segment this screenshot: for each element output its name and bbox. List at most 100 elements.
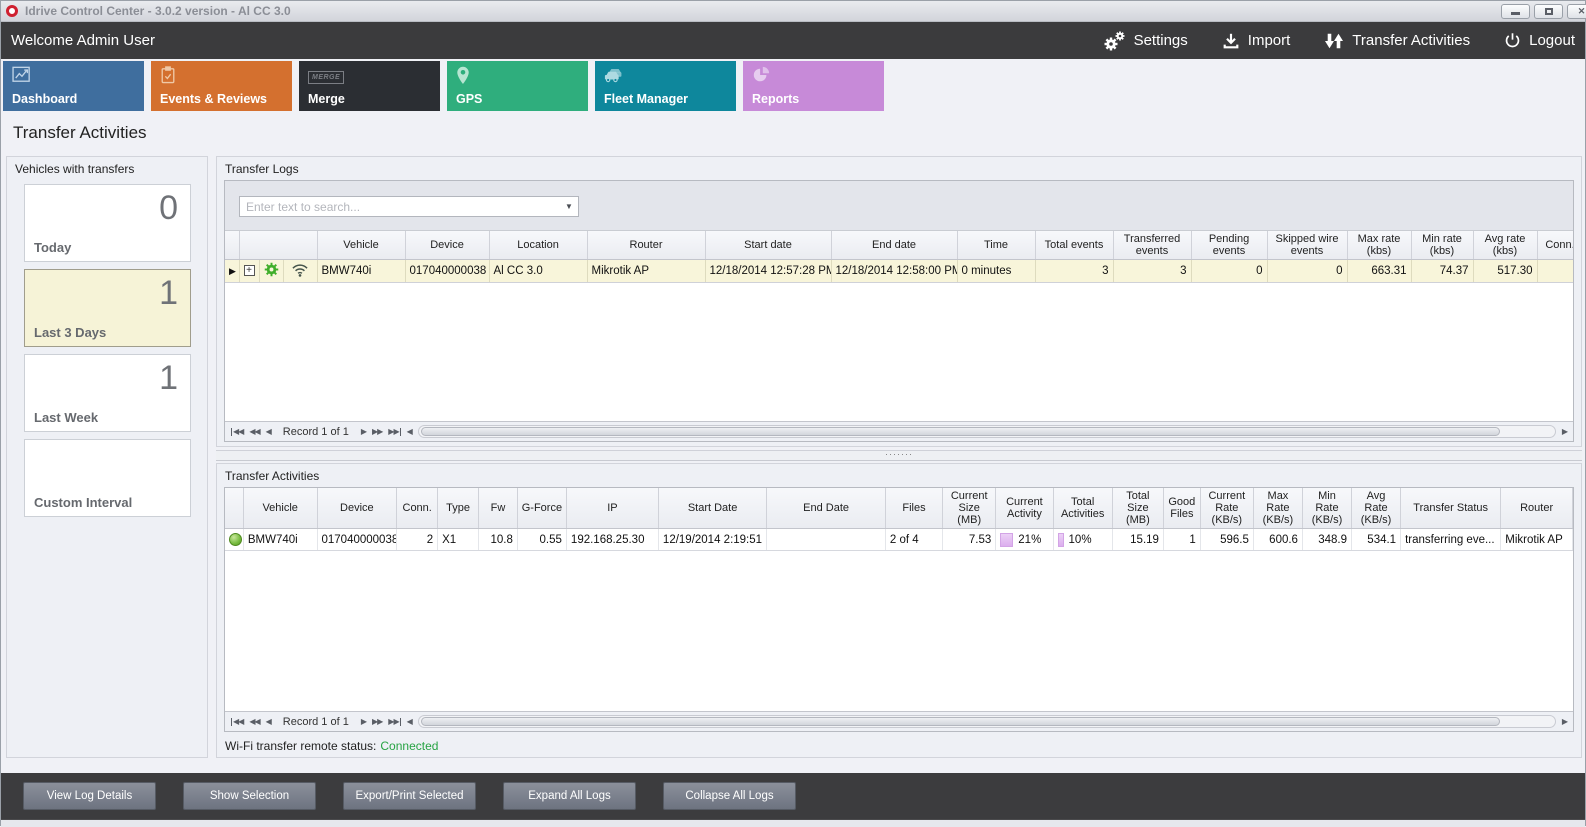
wifi-icon <box>291 268 309 280</box>
col-total-activities[interactable]: Total Activities <box>1053 488 1112 529</box>
col-transfer-status[interactable]: Transfer Status <box>1401 488 1501 529</box>
filter-card-today[interactable]: 0 Today <box>24 184 191 262</box>
col-start-date[interactable]: Start Date <box>658 488 766 529</box>
cell-device: 017040000038 <box>405 260 489 283</box>
col-vehicle[interactable]: Vehicle <box>243 488 317 529</box>
col-min-rate[interactable]: Min Rate (KB/s) <box>1302 488 1351 529</box>
cell-files: 2 of 4 <box>885 529 942 551</box>
maximize-button[interactable] <box>1534 4 1563 19</box>
cell-current-rate: 596.5 <box>1200 529 1253 551</box>
tile-gps[interactable]: GPS <box>447 61 588 111</box>
welcome-text: Welcome Admin User <box>11 32 155 49</box>
col-location[interactable]: Location <box>489 231 587 260</box>
col-current-rate[interactable]: Current Rate (KB/s) <box>1200 488 1253 529</box>
logout-button[interactable]: Logout <box>1504 32 1575 49</box>
cell-vehicle: BMW740i <box>317 260 405 283</box>
col-files[interactable]: Files <box>885 488 942 529</box>
next-record-button[interactable]: ▶ <box>361 718 366 726</box>
tile-merge[interactable]: MERGE Merge <box>299 61 440 111</box>
col-time[interactable]: Time <box>957 231 1035 260</box>
col-start-date[interactable]: Start date <box>705 231 831 260</box>
cell-avg-rate: 534.1 <box>1352 529 1401 551</box>
filter-card-last-3-days[interactable]: 1 Last 3 Days <box>24 269 191 347</box>
search-input[interactable] <box>240 200 560 214</box>
col-fw[interactable]: Fw <box>479 488 518 529</box>
col-conn[interactable]: Conn. <box>1537 231 1574 260</box>
scrollbar-thumb[interactable] <box>421 717 1500 726</box>
scroll-right-button[interactable]: ▶ <box>1562 428 1567 436</box>
map-pin-icon <box>456 66 470 90</box>
col-conn[interactable]: Conn. <box>397 488 438 529</box>
filter-card-custom-interval[interactable]: Custom Interval <box>24 439 191 517</box>
col-max-rate[interactable]: Max Rate (KB/s) <box>1253 488 1302 529</box>
col-max-rate[interactable]: Max rate (kbs) <box>1347 231 1411 260</box>
settings-button[interactable]: Settings <box>1102 30 1188 52</box>
col-router[interactable]: Router <box>587 231 705 260</box>
col-type[interactable]: Type <box>438 488 479 529</box>
tile-events-reviews[interactable]: Events & Reviews <box>151 61 292 111</box>
col-end-date[interactable]: End Date <box>767 488 886 529</box>
last-record-button[interactable]: ▶▶ <box>388 718 400 726</box>
col-current-size[interactable]: Current Size (MB) <box>943 488 996 529</box>
app-header: Welcome Admin User <box>1 22 1585 59</box>
col-avg-rate[interactable]: Avg rate (kbs) <box>1473 231 1537 260</box>
chevron-down-icon[interactable]: ▼ <box>560 202 578 211</box>
panel-splitter[interactable]: ······· <box>216 450 1582 461</box>
view-log-details-button[interactable]: View Log Details <box>23 782 156 810</box>
power-icon <box>1504 32 1521 49</box>
col-total-size[interactable]: Total Size (MB) <box>1112 488 1163 529</box>
scroll-left-button[interactable]: ◀ <box>407 428 412 436</box>
scroll-left-button[interactable]: ◀ <box>407 718 412 726</box>
col-avg-rate[interactable]: Avg Rate (KB/s) <box>1352 488 1401 529</box>
prev-record-button[interactable]: ◀ <box>266 718 271 726</box>
col-router[interactable]: Router <box>1501 488 1573 529</box>
activity-row[interactable]: BMW740i 017040000038 2 X1 10.8 0.55 192.… <box>225 529 1573 551</box>
transfer-activities-button[interactable]: Transfer Activities <box>1324 32 1470 50</box>
col-device[interactable]: Device <box>317 488 397 529</box>
col-good-files[interactable]: Good Files <box>1163 488 1200 529</box>
horizontal-scrollbar[interactable] <box>418 715 1556 728</box>
expand-row-icon[interactable]: + <box>244 265 255 276</box>
cell-current-size: 7.53 <box>943 529 996 551</box>
col-gforce[interactable]: G-Force <box>517 488 566 529</box>
tile-fleet-manager[interactable]: Fleet Manager <box>595 61 736 111</box>
card-label: Last Week <box>34 410 98 425</box>
last-record-button[interactable]: ▶▶ <box>388 428 400 436</box>
prev-page-button[interactable]: ◀◀ <box>249 428 259 436</box>
next-page-button[interactable]: ▶▶ <box>372 428 382 436</box>
col-current-activity[interactable]: Current Activity <box>996 488 1053 529</box>
col-total-events[interactable]: Total events <box>1035 231 1113 260</box>
col-pending-events[interactable]: Pending events <box>1191 231 1267 260</box>
cell-gforce: 0.55 <box>517 529 566 551</box>
log-row[interactable]: ▶ + <box>225 260 1574 283</box>
col-min-rate[interactable]: Min rate (kbs) <box>1411 231 1473 260</box>
col-device[interactable]: Device <box>405 231 489 260</box>
next-record-button[interactable]: ▶ <box>361 428 366 436</box>
minimize-button[interactable] <box>1501 4 1530 19</box>
prev-record-button[interactable]: ◀ <box>266 428 271 436</box>
import-button[interactable]: Import <box>1222 32 1291 50</box>
show-selection-button[interactable]: Show Selection <box>183 782 316 810</box>
scrollbar-thumb[interactable] <box>421 427 1500 436</box>
collapse-all-logs-button[interactable]: Collapse All Logs <box>663 782 796 810</box>
horizontal-scrollbar[interactable] <box>418 425 1556 438</box>
next-page-button[interactable]: ▶▶ <box>372 718 382 726</box>
col-transferred-events[interactable]: Transferred events <box>1113 231 1191 260</box>
filter-card-last-week[interactable]: 1 Last Week <box>24 354 191 432</box>
tile-reports[interactable]: Reports <box>743 61 884 111</box>
col-vehicle[interactable]: Vehicle <box>317 231 405 260</box>
expand-all-logs-button[interactable]: Expand All Logs <box>503 782 636 810</box>
first-record-button[interactable]: ◀◀ <box>231 718 243 726</box>
col-ip[interactable]: IP <box>566 488 658 529</box>
cell-start-date: 12/18/2014 12:57:28 PM <box>705 260 831 283</box>
prev-page-button[interactable]: ◀◀ <box>249 718 259 726</box>
export-print-selected-button[interactable]: Export/Print Selected <box>343 782 476 810</box>
close-button[interactable]: ✕ <box>1567 4 1586 19</box>
tile-dashboard[interactable]: Dashboard <box>3 61 144 111</box>
col-end-date[interactable]: End date <box>831 231 957 260</box>
scroll-right-button[interactable]: ▶ <box>1562 718 1567 726</box>
cell-transfer-status: transferring eve... <box>1401 529 1501 551</box>
cell-type: X1 <box>438 529 479 551</box>
first-record-button[interactable]: ◀◀ <box>231 428 243 436</box>
col-skipped-wire-events[interactable]: Skipped wire events <box>1267 231 1347 260</box>
